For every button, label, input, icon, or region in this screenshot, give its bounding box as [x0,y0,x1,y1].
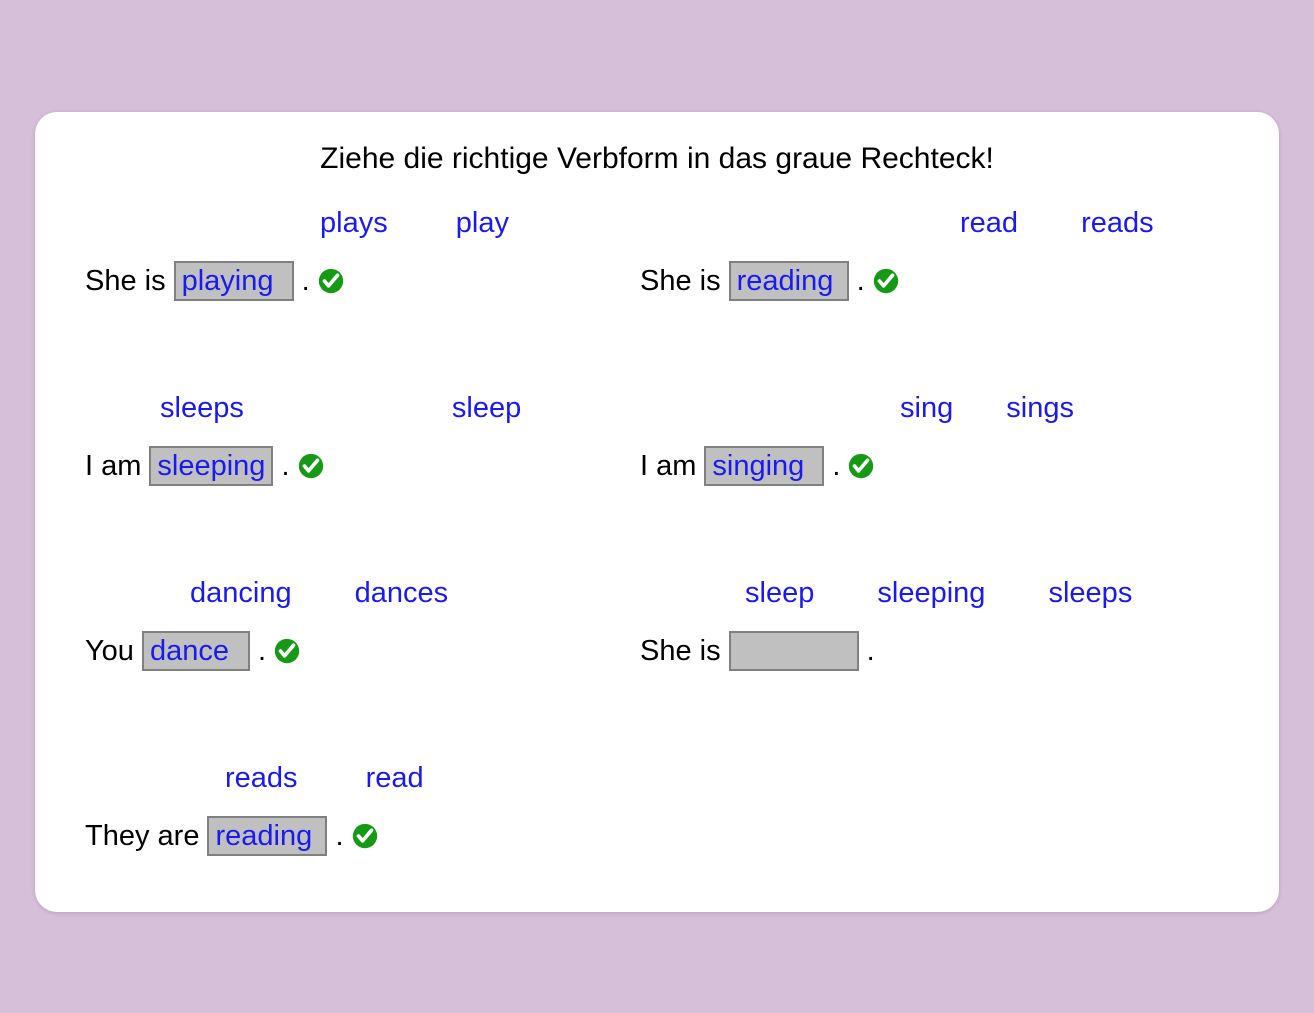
draggable-option[interactable]: read [960,207,1018,240]
drop-zone[interactable]: sleeping [149,446,273,486]
sentence-prefix: She is [640,265,721,298]
draggable-option[interactable]: sing [900,392,953,425]
exercise-card: Ziehe die richtige Verbform in das graue… [35,112,1279,912]
option-row: plays play [85,207,509,251]
sentence-prefix: She is [85,265,166,298]
sentence-prefix: You [85,635,134,668]
sentence-row: They are reading . [85,816,424,856]
draggable-option[interactable]: sleep [745,577,814,610]
option-row: sing sings [640,392,1074,436]
exercise-item: reads read They are reading . [85,762,424,856]
draggable-option[interactable]: play [456,207,509,240]
draggable-option[interactable]: reads [225,762,298,795]
checkmark-icon [848,453,874,479]
checkmark-icon [274,638,300,664]
sentence-prefix: I am [640,450,696,483]
exercise-item: read reads She is reading . [640,207,1154,301]
draggable-option[interactable]: sleeps [1048,577,1132,610]
option-row: reads read [85,762,424,806]
draggable-option[interactable]: reads [1081,207,1154,240]
sentence-period: . [302,265,310,298]
draggable-option[interactable]: sleep [452,392,521,425]
draggable-option[interactable]: dancing [190,577,292,610]
draggable-option[interactable]: dances [355,577,449,610]
checkmark-icon [352,823,378,849]
sentence-period: . [832,450,840,483]
draggable-option[interactable]: sleeps [160,392,244,425]
draggable-option[interactable]: sleeping [877,577,985,610]
drop-zone[interactable]: reading [207,816,327,856]
sentence-prefix: She is [640,635,721,668]
sentence-row: She is . [640,631,1132,671]
sentence-row: She is playing . [85,261,509,301]
option-row: sleep sleeping sleeps [640,577,1132,621]
sentence-period: . [857,265,865,298]
sentence-prefix: They are [85,820,199,853]
exercise-item: sing sings I am singing . [640,392,1074,486]
exercise-item: plays play She is playing . [85,207,509,301]
drop-zone[interactable]: singing [704,446,824,486]
exercise-item: sleep sleeping sleeps She is . [640,577,1132,671]
drop-zone[interactable]: playing [174,261,294,301]
draggable-option[interactable]: sings [1006,392,1074,425]
option-row: dancing dances [85,577,448,621]
option-row: sleeps sleep [85,392,521,436]
sentence-period: . [335,820,343,853]
drop-zone[interactable]: reading [729,261,849,301]
sentence-row: She is reading . [640,261,1154,301]
instruction-text: Ziehe die richtige Verbform in das graue… [35,142,1279,176]
sentence-period: . [258,635,266,668]
exercise-item: dancing dances You dance . [85,577,448,671]
exercise-item: sleeps sleep I am sleeping . [85,392,521,486]
drop-zone[interactable] [729,631,859,671]
sentence-row: I am sleeping . [85,446,521,486]
checkmark-icon [318,268,344,294]
sentence-row: You dance . [85,631,448,671]
sentence-prefix: I am [85,450,141,483]
checkmark-icon [298,453,324,479]
sentence-period: . [281,450,289,483]
checkmark-icon [873,268,899,294]
draggable-option[interactable]: read [366,762,424,795]
drop-zone[interactable]: dance [142,631,250,671]
draggable-option[interactable]: plays [320,207,388,240]
option-row: read reads [640,207,1154,251]
sentence-period: . [867,635,875,668]
sentence-row: I am singing . [640,446,1074,486]
